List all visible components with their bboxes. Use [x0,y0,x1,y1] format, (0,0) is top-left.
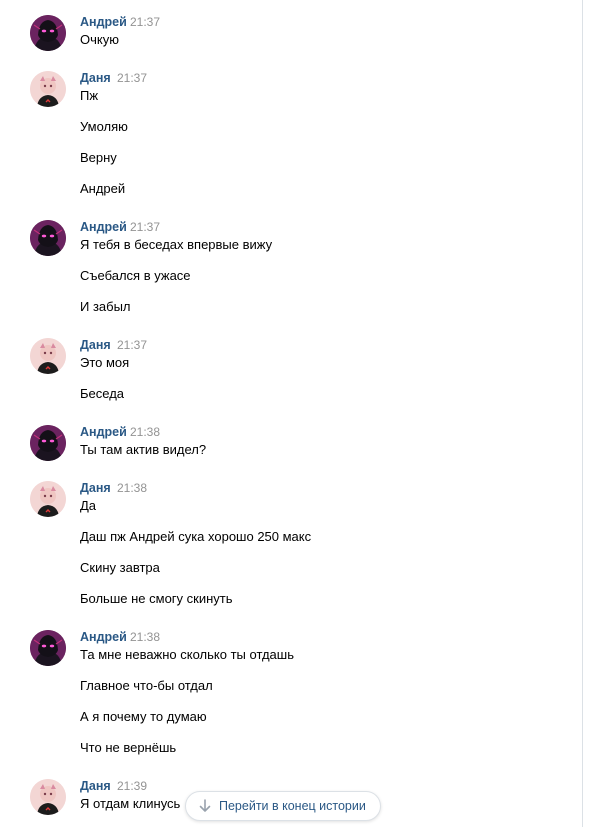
message-time[interactable]: 21:37 [130,220,160,235]
message-group: Андрей 21:37 Я тебя в беседах впервые вижу… [0,220,580,319]
author-name[interactable]: Андрей [80,15,127,30]
message-group: Андрей 21:38 Ты там актив видел? [0,425,580,462]
avatar[interactable] [30,630,66,666]
message-text: Больше не смогу скинуть [80,591,233,606]
message-time[interactable]: 21:38 [130,425,160,440]
message-text: Даш пж Андрей сука хорошо 250 макс [80,529,312,544]
message-group: Андрей 21:38 Та мне неважно сколько ты отд… [0,630,580,760]
message-text: Беседа [80,386,125,401]
message-text: Та мне неважно сколько ты отдашь [80,647,294,662]
avatar[interactable] [30,15,66,51]
avatar[interactable] [30,779,66,815]
author-name[interactable]: Андрей [80,630,127,645]
jump-to-end-button[interactable]: Перейти в конец истории [185,791,381,821]
message-text: Скину завтра [80,560,160,575]
message-text: Это моя [80,355,130,370]
author-name[interactable]: Даня [80,481,111,496]
jump-to-end-label: Перейти в конец истории [219,799,366,813]
author-name[interactable]: Андрей [80,425,127,440]
message-text: Очкую [80,32,119,47]
avatar[interactable] [30,71,66,107]
message-text: Ты там актив видел? [80,442,207,457]
avatar[interactable] [30,220,66,256]
scrollbar-track[interactable] [582,0,583,827]
message-group: Даня 21:37 Это моя Беседа [0,338,580,406]
message-text: Я отдам клинусь [80,796,181,811]
message-text: И забыл [80,299,131,314]
author-name[interactable]: Даня [80,338,111,353]
message-time[interactable]: 21:39 [117,779,147,794]
message-time[interactable]: 21:38 [117,481,147,496]
message-time[interactable]: 21:37 [130,15,160,30]
message-text: А я почему то думаю [80,709,207,724]
message-text: Я тебя в беседах впервые вижу [80,237,273,252]
message-text: Что не вернёшь [80,740,177,755]
message-time[interactable]: 21:37 [117,338,147,353]
avatar[interactable] [30,481,66,517]
author-name[interactable]: Андрей [80,220,127,235]
message-text: Умоляю [80,119,128,134]
arrow-down-icon [199,799,211,812]
message-text: Да [80,498,97,513]
chat-history[interactable]: Андрей 21:37 Очкую Даня 21:37 Пж Умоляю Верну Ан… [0,0,583,827]
author-name[interactable]: Даня [80,779,111,794]
message-text: Верну [80,150,117,165]
message-text: Пж [80,88,99,103]
avatar[interactable] [30,425,66,461]
message-text: Главное что-бы отдал [80,678,213,693]
author-name[interactable]: Даня [80,71,111,86]
message-group: Андрей 21:37 Очкую [0,15,580,52]
message-text: Андрей [80,181,126,196]
message-group: Даня 21:37 Пж Умоляю Верну Андрей [0,71,580,201]
avatar[interactable] [30,338,66,374]
message-group: Даня 21:38 Да Даш пж Андрей сука хорошо 250… [0,481,580,611]
message-text: Съебался в ужасе [80,268,191,283]
message-time[interactable]: 21:38 [130,630,160,645]
message-time[interactable]: 21:37 [117,71,147,86]
